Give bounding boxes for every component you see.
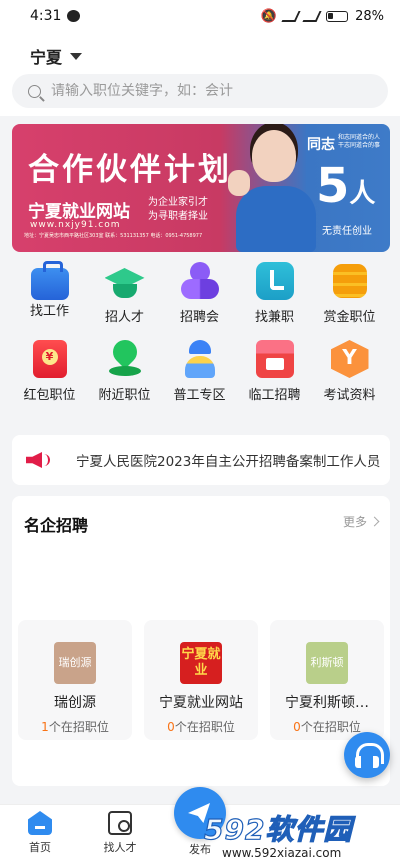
company-logo: 利斯顿 bbox=[306, 642, 348, 684]
company-name: 宁夏就业网站 bbox=[159, 695, 243, 711]
speaker-icon bbox=[24, 448, 50, 472]
banner-badge-bottom: 无责任创业 bbox=[322, 226, 372, 237]
grid-item-label: 红包职位 bbox=[23, 388, 76, 403]
header: 宁夏 bbox=[0, 32, 400, 116]
tab-find-talent[interactable]: 找人才 bbox=[90, 811, 150, 855]
banner-slogans: 为企业家引才 为寻职者择业 bbox=[148, 196, 238, 224]
banner-domain: www.nxjy91.com bbox=[30, 220, 121, 230]
company-logo: 宁夏就业 bbox=[180, 642, 222, 684]
grid-item-general-labor[interactable]: 普工专区 bbox=[162, 340, 237, 412]
section-title: 名企招聘 bbox=[24, 516, 89, 535]
battery-icon bbox=[326, 10, 349, 22]
location-pin-icon bbox=[106, 340, 144, 378]
grid-item-label: 找兼职 bbox=[254, 310, 294, 325]
banner-badge-small: 和志同道合的人 干志同道合的事 bbox=[338, 134, 381, 149]
banner-badge-number: 5人 bbox=[316, 158, 376, 214]
chevron-right-icon bbox=[369, 516, 380, 527]
grid-item-part-time[interactable]: 找兼职 bbox=[237, 262, 312, 334]
grid-item-label: 普工专区 bbox=[173, 388, 226, 403]
search-input[interactable] bbox=[51, 83, 351, 99]
notice-bar[interactable]: 宁夏人民医院2023年自主公开招聘备案制工作人员 bbox=[12, 435, 390, 485]
grid-item-label: 招人才 bbox=[104, 310, 144, 325]
search-icon bbox=[28, 84, 41, 98]
watermark: 592软件园 www.592xiazai.com bbox=[196, 808, 400, 866]
company-name: 瑞创源 bbox=[54, 695, 96, 711]
grid-item-bounty[interactable]: 赏金职位 bbox=[312, 262, 387, 334]
search-bar[interactable] bbox=[12, 74, 388, 108]
wifi-icon bbox=[281, 10, 301, 22]
feature-grid: 找工作 招人才 招聘会 找兼职 赏金职位 红包职位 附近职位 普工专区 临工招聘… bbox=[12, 261, 388, 412]
shop-icon bbox=[255, 340, 294, 378]
grid-item-exam-materials[interactable]: 考试资料 bbox=[312, 340, 387, 412]
signal-icon bbox=[302, 10, 322, 22]
status-bar: 4:31 🔕 28% bbox=[0, 0, 400, 32]
grid-item-label: 附近职位 bbox=[98, 388, 151, 403]
banner-address: 地址：宁夏吴忠市西平路社区303室 联系：531131357 电话：0951-4… bbox=[24, 233, 203, 239]
briefcase-icon bbox=[30, 261, 69, 300]
featured-companies-section: 名企招聘 更多 瑞创源 瑞创源 1个在招职位 宁夏就业 宁夏就业网站 0个在招职… bbox=[12, 496, 390, 786]
company-name: 宁夏利斯顿… bbox=[285, 695, 369, 711]
message-icon bbox=[67, 10, 81, 22]
city-selector[interactable]: 宁夏 bbox=[30, 44, 83, 68]
more-link[interactable]: 更多 bbox=[342, 513, 380, 530]
grid-item-job-fair[interactable]: 招聘会 bbox=[162, 262, 237, 334]
status-time: 4:31 bbox=[30, 8, 62, 24]
grid-item-label: 找工作 bbox=[29, 304, 69, 319]
grid-item-find-job[interactable]: 找工作 bbox=[12, 261, 87, 334]
company-logo: 瑞创源 bbox=[54, 642, 96, 684]
resume-search-icon bbox=[108, 811, 132, 835]
company-card[interactable]: 利斯顿 宁夏利斯顿… 0个在招职位 bbox=[270, 620, 384, 740]
more-label: 更多 bbox=[342, 515, 367, 529]
banner-title: 合作伙伴计划 bbox=[28, 152, 232, 188]
grid-item-temp-jobs[interactable]: 临工招聘 bbox=[237, 340, 312, 412]
hexagon-icon bbox=[330, 340, 369, 378]
home-icon bbox=[28, 811, 52, 835]
grid-item-label: 临工招聘 bbox=[248, 388, 301, 403]
promo-banner[interactable]: 合作伙伴计划 宁夏就业网站 www.nxjy91.com 为企业家引才 为寻职者… bbox=[12, 124, 390, 252]
grid-item-label: 考试资料 bbox=[323, 388, 376, 403]
watermark-logo: 592软件园 bbox=[203, 812, 353, 846]
graduation-cap-icon bbox=[103, 262, 147, 302]
grid-item-label: 招聘会 bbox=[179, 310, 219, 325]
company-card[interactable]: 瑞创源 瑞创源 1个在招职位 bbox=[18, 620, 132, 740]
tab-home[interactable]: 首页 bbox=[10, 811, 70, 855]
headset-icon[interactable] bbox=[344, 732, 390, 778]
grid-item-recruit[interactable]: 招人才 bbox=[87, 262, 162, 334]
battery-level: 28% bbox=[355, 8, 384, 24]
phone-icon bbox=[255, 262, 294, 300]
grid-item-label: 赏金职位 bbox=[323, 310, 376, 325]
banner-badge-top: 同志 bbox=[307, 137, 335, 153]
company-card[interactable]: 宁夏就业 宁夏就业网站 0个在招职位 bbox=[144, 620, 258, 740]
caret-down-icon bbox=[70, 52, 83, 60]
worker-icon bbox=[181, 340, 219, 378]
city-label: 宁夏 bbox=[30, 48, 63, 67]
tab-label: 找人才 bbox=[103, 841, 137, 854]
red-envelope-icon bbox=[32, 340, 67, 378]
company-job-count: 0个在招职位 bbox=[293, 720, 361, 734]
notice-text[interactable]: 宁夏人民医院2023年自主公开招聘备案制工作人员 bbox=[76, 450, 380, 470]
company-job-count: 0个在招职位 bbox=[167, 720, 235, 734]
banner-slogan-1: 为企业家引才 bbox=[148, 197, 208, 208]
banner-site-name: 宁夏就业网站 bbox=[28, 202, 130, 222]
coins-icon bbox=[331, 262, 369, 300]
company-job-count: 1个在招职位 bbox=[41, 720, 109, 734]
people-icon bbox=[180, 262, 219, 300]
tab-label: 首页 bbox=[29, 841, 51, 854]
grid-item-red-envelope[interactable]: 红包职位 bbox=[12, 340, 87, 412]
watermark-url: www.592xiazai.com bbox=[218, 846, 346, 860]
banner-slogan-2: 为寻职者择业 bbox=[148, 211, 208, 222]
mute-icon: 🔕 bbox=[260, 8, 278, 24]
grid-item-nearby[interactable]: 附近职位 bbox=[87, 340, 162, 412]
